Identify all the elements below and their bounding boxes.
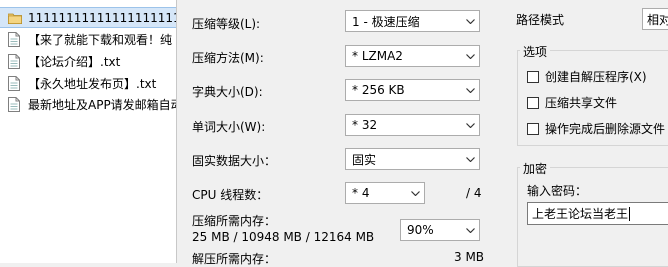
file-name: 【论坛介绍】.txt [28, 55, 121, 69]
password-input[interactable]: 上老王论坛当老王 [527, 202, 668, 225]
delete-after-compress-label: 操作完成后删除源文件 [545, 122, 666, 136]
password-value: 上老王论坛当老王 [532, 207, 629, 221]
file-item-doc[interactable]: 【论坛介绍】.txt [0, 51, 176, 72]
path-mode-label: 路径模式 [516, 13, 565, 27]
cpu-threads-total: / 4 [466, 186, 482, 200]
file-item-doc[interactable]: 最新地址及APP请发邮箱自动 [0, 94, 176, 115]
folder-icon [8, 10, 22, 26]
chevron-down-icon [461, 80, 479, 100]
create-sfx-checkbox[interactable]: 创建自解压程序(X) [527, 68, 647, 85]
chevron-down-icon [406, 183, 424, 203]
text-caret [629, 206, 631, 221]
solid-block-size-label: 固实数据大小： [192, 154, 277, 168]
solid-block-size-select[interactable]: 固实 [345, 148, 480, 170]
text-file-icon [8, 76, 22, 92]
file-item-folder[interactable]: 111111111111111111111 [0, 7, 176, 28]
compression-method-label: 压缩方法(M): [192, 51, 264, 65]
file-item-doc[interactable]: 【来了就能下载和观看！纯 [0, 29, 176, 50]
word-size-select[interactable]: * 32 [345, 114, 480, 136]
word-size-value: * 32 [352, 118, 378, 132]
decompress-memory-label: 解压所需内存： [192, 252, 277, 266]
compression-level-value: 1 - 极速压缩 [352, 14, 420, 29]
compression-method-value: * LZMA2 [352, 49, 403, 63]
chevron-down-icon [461, 220, 479, 240]
checkbox-box[interactable] [527, 96, 539, 109]
decompress-memory-value: 3 MB [454, 250, 485, 264]
solid-block-size-value: 固实 [352, 152, 377, 167]
file-item-doc[interactable]: 【永久地址发布页】.txt [0, 73, 176, 94]
text-file-icon [8, 97, 22, 113]
compress-shared-files-checkbox[interactable]: 压缩共享文件 [527, 94, 617, 111]
compression-level-select[interactable]: 1 - 极速压缩 [345, 10, 480, 32]
checkbox-box[interactable] [527, 70, 539, 83]
text-file-icon [8, 32, 22, 48]
file-name: 最新地址及APP请发邮箱自动 [28, 98, 176, 112]
chevron-down-icon [461, 115, 479, 135]
word-size-label: 单词大小(W): [192, 120, 266, 134]
compress-shared-files-label: 压缩共享文件 [545, 96, 618, 110]
options-group-title: 选项 [520, 43, 551, 60]
path-mode-select[interactable]: 相对 [642, 8, 668, 30]
dictionary-size-value: * 256 KB [352, 83, 405, 97]
memory-usage-select[interactable]: 90% [400, 219, 480, 241]
delete-after-compress-checkbox[interactable]: 操作完成后删除源文件 [527, 120, 665, 137]
compress-memory-value: 25 MB / 10948 MB / 12164 MB [192, 230, 375, 244]
file-list: 111111111111111111111 【来了就能下载和观看！纯 【论坛介绍… [0, 0, 176, 263]
file-name: 111111111111111111111 [28, 10, 176, 25]
checkbox-box[interactable] [527, 122, 539, 135]
chevron-down-icon [461, 11, 479, 31]
encryption-group-title: 加密 [520, 160, 551, 177]
file-name: 【永久地址发布页】.txt [28, 77, 157, 91]
memory-usage-value: 90% [407, 223, 434, 237]
file-name: 【来了就能下载和观看！纯 [28, 33, 173, 47]
dictionary-size-select[interactable]: * 256 KB [345, 79, 480, 101]
chevron-down-icon [461, 46, 479, 66]
compress-memory-label: 压缩所需内存： [192, 214, 277, 228]
chevron-down-icon [461, 149, 479, 169]
text-file-icon [8, 54, 22, 70]
create-sfx-label: 创建自解压程序(X) [545, 70, 647, 84]
cpu-threads-label: CPU 线程数： [192, 188, 269, 202]
compression-settings-panel: 压缩等级(L): 1 - 极速压缩 压缩方法(M): * LZMA2 字典大小(… [177, 0, 668, 267]
compression-method-select[interactable]: * LZMA2 [345, 45, 480, 67]
dictionary-size-label: 字典大小(D): [192, 85, 263, 99]
compression-level-label: 压缩等级(L): [192, 17, 261, 31]
password-label: 输入密码： [527, 184, 588, 198]
path-mode-value: 相对 [647, 12, 668, 27]
cpu-threads-select[interactable]: * 4 [345, 182, 425, 204]
cpu-threads-value: * 4 [352, 186, 370, 200]
